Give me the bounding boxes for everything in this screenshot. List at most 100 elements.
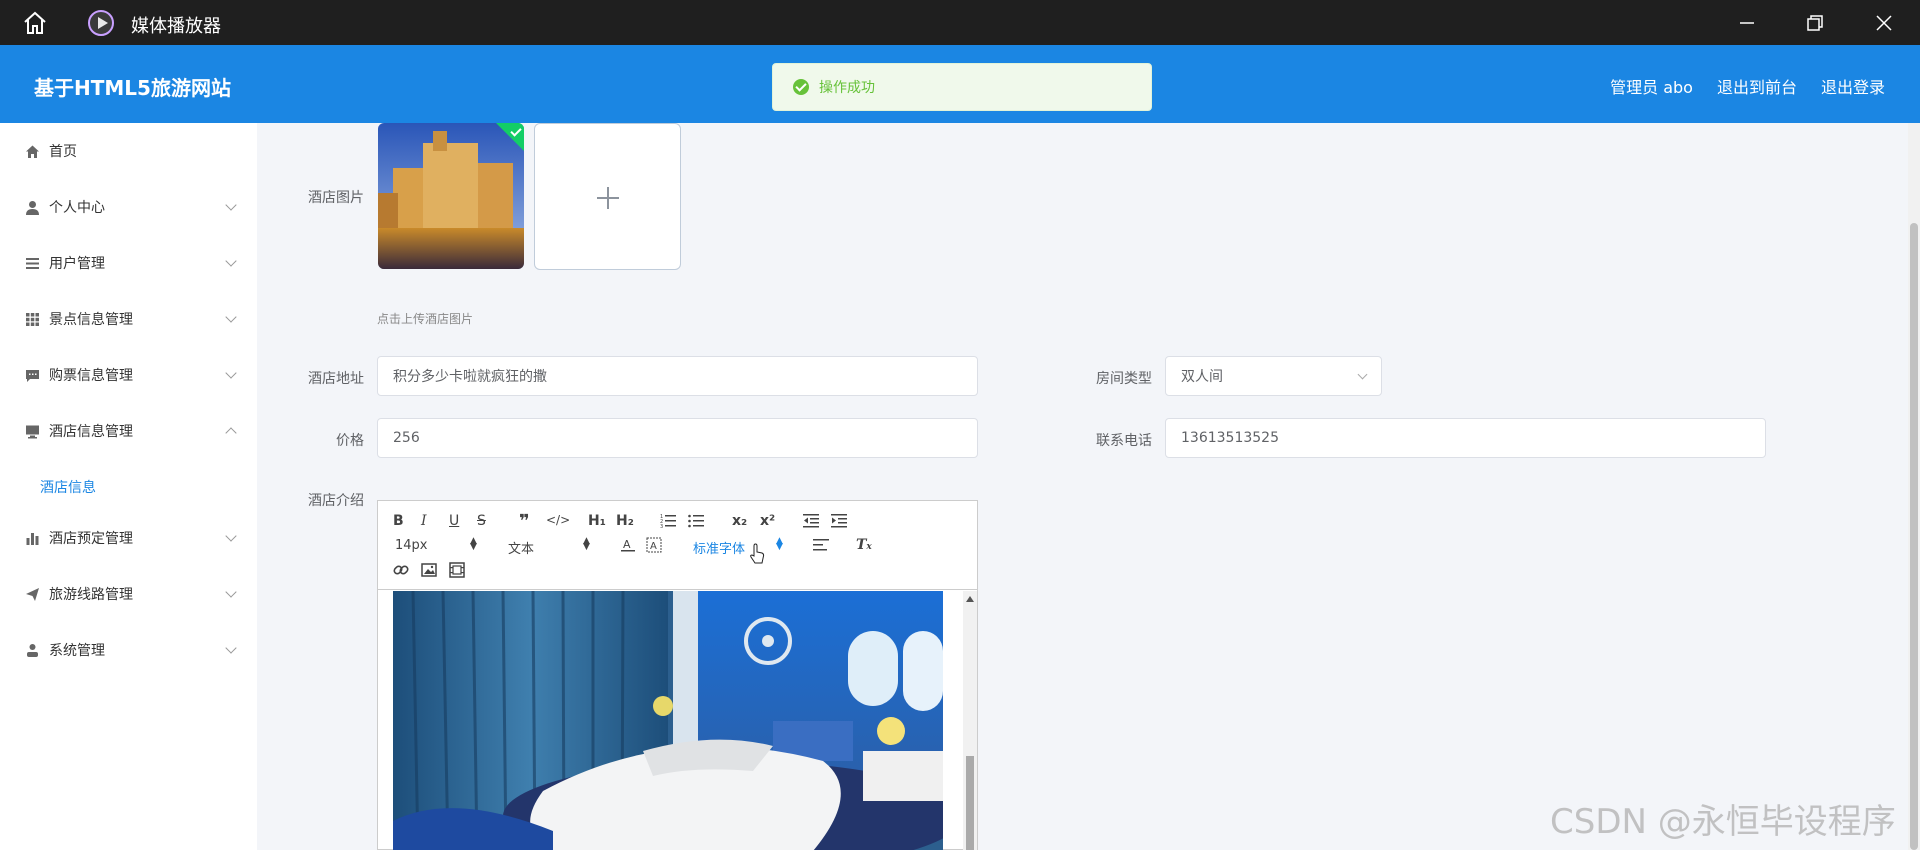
success-toast: 操作成功 xyxy=(772,63,1152,111)
outdent-icon[interactable] xyxy=(803,514,819,528)
restore-icon[interactable] xyxy=(1804,12,1826,34)
address-label: 酒店地址 xyxy=(308,371,364,387)
room-type-label: 房间类型 xyxy=(1096,371,1152,387)
underline-button[interactable]: U xyxy=(449,513,459,529)
page-scrollbar[interactable] xyxy=(1908,123,1920,850)
scroll-up-icon[interactable] xyxy=(966,596,974,602)
italic-button[interactable]: I xyxy=(421,513,427,529)
sidebar-item-label: 购票信息管理 xyxy=(49,368,133,384)
svg-text:3: 3 xyxy=(660,524,663,529)
background-color-icon[interactable]: A xyxy=(646,537,662,553)
toast-message: 操作成功 xyxy=(819,80,875,96)
chevron-down-icon xyxy=(1357,369,1368,380)
sidebar: 首页 个人中心 用户管理 景点信息管理 购票信息管理 酒店信息管理 酒店信息 酒… xyxy=(0,123,257,850)
editor-scrollbar[interactable] xyxy=(963,591,977,850)
svg-text:A: A xyxy=(650,541,657,552)
price-value: 256 xyxy=(393,430,420,446)
sidebar-item-label: 景点信息管理 xyxy=(49,312,133,328)
superscript-button[interactable]: x² xyxy=(760,513,775,529)
hand-cursor-icon xyxy=(750,543,765,564)
sidebar-item-ticket-management[interactable]: 购票信息管理 xyxy=(0,355,257,395)
admin-user-link[interactable]: 管理员 abo xyxy=(1610,74,1693,98)
select-arrows-icon: ▲ ▼ xyxy=(470,536,477,552)
chevron-up-icon xyxy=(225,427,237,439)
header-links: 管理员 abo 退出到前台 退出登录 xyxy=(1610,74,1885,98)
sidebar-item-home[interactable]: 首页 xyxy=(0,131,257,171)
chevron-down-icon xyxy=(225,367,237,379)
phone-value: 13613513525 xyxy=(1181,430,1279,446)
minimize-icon[interactable] xyxy=(1736,12,1758,34)
room-type-select[interactable]: 双人间 xyxy=(1165,356,1382,396)
hotel-image-thumbnail[interactable] xyxy=(378,123,524,269)
exit-to-frontend-link[interactable]: 退出到前台 xyxy=(1717,74,1797,98)
header2-button[interactable]: H₂ xyxy=(616,513,634,529)
sidebar-item-label: 首页 xyxy=(49,144,77,160)
editor-content[interactable] xyxy=(378,591,977,850)
bold-button[interactable]: B xyxy=(393,513,404,529)
blockquote-button[interactable]: ❞ xyxy=(519,511,530,532)
header-select[interactable]: 文本 xyxy=(508,538,534,557)
chevron-down-icon xyxy=(225,199,237,211)
phone-input[interactable]: 13613513525 xyxy=(1165,418,1766,458)
clear-format-button[interactable]: Tx xyxy=(856,537,872,553)
scroll-thumb[interactable] xyxy=(966,756,974,850)
home-icon[interactable] xyxy=(22,11,48,35)
send-icon xyxy=(26,587,39,601)
select-arrows-icon: ▲ ▼ xyxy=(583,536,590,552)
price-input[interactable]: 256 xyxy=(377,418,978,458)
font-color-icon[interactable]: A xyxy=(620,537,636,553)
monitor-icon xyxy=(26,425,39,438)
close-icon[interactable] xyxy=(1873,12,1895,34)
logout-link[interactable]: 退出登录 xyxy=(1821,74,1885,98)
sidebar-item-route-management[interactable]: 旅游线路管理 xyxy=(0,574,257,614)
upload-image-button[interactable] xyxy=(534,123,681,270)
page-scroll-thumb[interactable] xyxy=(1910,223,1918,850)
strike-button[interactable]: S xyxy=(477,513,486,529)
sidebar-item-label: 个人中心 xyxy=(49,200,105,216)
font-size-select[interactable]: 14px xyxy=(395,538,428,553)
sidebar-item-scenic-management[interactable]: 景点信息管理 xyxy=(0,299,257,339)
video-icon[interactable] xyxy=(449,562,465,578)
media-player-icon xyxy=(88,10,114,36)
sidebar-item-user-management[interactable]: 用户管理 xyxy=(0,243,257,283)
sidebar-item-system-management[interactable]: 系统管理 xyxy=(0,630,257,670)
sidebar-item-label: 酒店预定管理 xyxy=(49,531,133,547)
subscript-button[interactable]: x₂ xyxy=(732,513,747,529)
sidebar-item-personal-center[interactable]: 个人中心 xyxy=(0,187,257,227)
grid-icon xyxy=(26,312,39,326)
chevron-down-icon xyxy=(225,530,237,542)
align-icon[interactable] xyxy=(813,539,829,553)
site-title: 基于HTML5旅游网站 xyxy=(34,76,231,100)
chevron-down-icon xyxy=(225,311,237,323)
header1-button[interactable]: H₁ xyxy=(588,513,606,529)
chevron-down-icon xyxy=(225,586,237,598)
success-check-icon xyxy=(793,79,809,95)
room-type-value: 双人间 xyxy=(1181,369,1223,385)
bullet-list-icon[interactable] xyxy=(688,513,704,529)
hotel-room-image xyxy=(393,591,943,850)
sidebar-item-hotel-booking[interactable]: 酒店预定管理 xyxy=(0,518,257,558)
ordered-list-icon[interactable]: 123 xyxy=(660,513,676,529)
upload-success-check-icon xyxy=(496,123,524,151)
link-icon[interactable] xyxy=(393,562,409,578)
intro-label: 酒店介绍 xyxy=(308,493,364,509)
code-block-button[interactable]: </> xyxy=(546,513,570,527)
font-family-select[interactable]: 标准字体 xyxy=(693,538,745,557)
image-icon[interactable] xyxy=(421,562,437,578)
sidebar-item-label: 用户管理 xyxy=(49,256,105,272)
chevron-down-icon xyxy=(225,642,237,654)
chevron-down-icon xyxy=(225,255,237,267)
indent-icon[interactable] xyxy=(831,514,847,528)
bar-chart-icon xyxy=(26,532,39,545)
address-input[interactable]: 积分多少卡啦就疯狂的撒 xyxy=(377,356,978,396)
sidebar-item-hotel-management[interactable]: 酒店信息管理 xyxy=(0,411,257,451)
phone-label: 联系电话 xyxy=(1096,433,1152,449)
watermark: CSDN @永恒毕设程序 xyxy=(1550,802,1896,842)
list-icon xyxy=(26,257,39,269)
home-icon xyxy=(26,145,39,158)
upload-tip: 点击上传酒店图片 xyxy=(377,312,474,326)
address-value: 积分多少卡啦就疯狂的撒 xyxy=(393,369,547,385)
submenu-item-hotel-info[interactable]: 酒店信息 xyxy=(40,477,96,497)
price-label: 价格 xyxy=(336,433,364,449)
room-photo xyxy=(393,591,943,850)
